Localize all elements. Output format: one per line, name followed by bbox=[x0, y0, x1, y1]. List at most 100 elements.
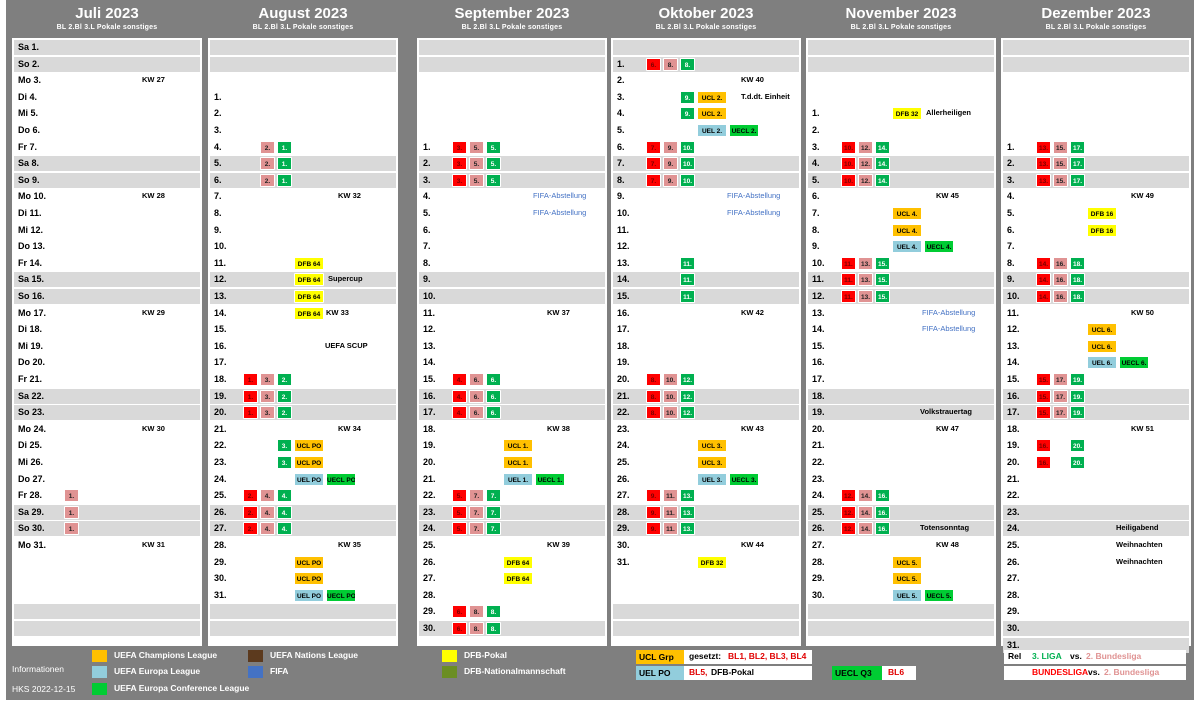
day-row: 25. 12. 14. 16. bbox=[808, 504, 994, 520]
day-row: 1. 3. 5. 5. bbox=[419, 140, 605, 155]
day-date: 25. bbox=[812, 506, 825, 517]
day-date: 19. bbox=[812, 407, 825, 418]
column-header: BL 2.Bl 3.L Pokale sonstiges bbox=[655, 24, 757, 31]
dfb-legend-label: DFB-Pokal bbox=[464, 650, 507, 660]
day-date: 27. bbox=[617, 490, 630, 501]
day-row: 25. UCL 3. bbox=[613, 455, 799, 470]
cup-match: UEL 3. bbox=[697, 472, 727, 486]
day-row bbox=[1003, 73, 1189, 88]
liga3-matchday: 10. bbox=[680, 140, 695, 154]
day-date: 7. bbox=[423, 241, 431, 252]
calendar-week: KW 50 bbox=[1131, 307, 1154, 317]
day-date: Di 11. bbox=[18, 208, 42, 218]
day-date: 30. bbox=[1007, 623, 1020, 633]
cup-match: UCL 1. bbox=[503, 456, 533, 469]
day-date: 16. bbox=[1007, 390, 1020, 401]
day-date: Di 18. bbox=[18, 324, 43, 335]
day-date: 30. bbox=[423, 623, 436, 633]
day-row: 5. FIFA-Abstellung bbox=[419, 206, 605, 221]
bundesliga-label: BUNDESLIGA bbox=[1032, 667, 1089, 677]
unl-legend-label: UEFA Nations League bbox=[270, 650, 359, 660]
day-date: 2. bbox=[214, 108, 222, 119]
day-row: 16. bbox=[808, 355, 994, 370]
liga3-matchday: 1. bbox=[277, 140, 292, 154]
day-row: 16. 15. 17. 19. bbox=[1003, 388, 1189, 404]
day-date: 23. bbox=[617, 423, 630, 434]
day-row: 21. bbox=[808, 438, 994, 453]
fifa-release-note: FIFA-Abstellung bbox=[533, 191, 587, 201]
cup-match: UCL 3. bbox=[697, 439, 727, 453]
calendar-frame: Juli 2023 BL 2.Bl 3.L Pokale sonstiges Sa … bbox=[6, 0, 1194, 700]
bundesliga-matchday: 9. bbox=[646, 489, 661, 503]
day-date: 29. bbox=[214, 556, 227, 567]
cup-match: UCL 2. bbox=[697, 107, 727, 121]
bundesliga2-matchday: 12. bbox=[858, 140, 873, 154]
day-row: 14. 11. bbox=[613, 272, 799, 288]
day-row: So 16. bbox=[14, 289, 200, 304]
column-header: BL 2.Bl 3.L Pokale sonstiges bbox=[461, 24, 563, 31]
day-date: 31. bbox=[617, 556, 630, 567]
day-row: 13. DFB 64 bbox=[210, 289, 396, 304]
uecl-q3-label: UECL Q3 bbox=[832, 666, 882, 680]
day-row: 29. UCL 5. bbox=[808, 571, 994, 586]
day-date: 28. bbox=[214, 540, 227, 550]
day-row: 21. 8. 10. 12. bbox=[613, 388, 799, 404]
day-row: 28. bbox=[419, 588, 605, 603]
day-row bbox=[14, 604, 200, 620]
day-row bbox=[808, 90, 994, 105]
cup-match: UCL 6. bbox=[1087, 339, 1117, 353]
day-row: So 23. bbox=[14, 405, 200, 421]
day-date: 13. bbox=[1007, 340, 1020, 351]
bundesliga2-matchday: 4. bbox=[260, 505, 275, 519]
day-date: 30. bbox=[812, 589, 825, 600]
bundesliga-matchday: 9. bbox=[646, 522, 661, 536]
day-row: 19. 16. 20. bbox=[1003, 438, 1189, 453]
liga3-matchday: 11. bbox=[680, 273, 695, 287]
day-date: 28. bbox=[812, 556, 825, 567]
day-row: Sa 22. bbox=[14, 388, 200, 404]
bundesliga-matchday: 4. bbox=[452, 389, 467, 403]
day-date: 20. bbox=[617, 374, 630, 384]
bundesliga2-matchday: 6. bbox=[469, 406, 484, 420]
day-row: 7. UCL 4. bbox=[808, 206, 994, 221]
day-row: 8. 14. 16. 18. bbox=[1003, 256, 1189, 271]
day-row: 6. bbox=[419, 223, 605, 238]
month-column: Oktober 2023 BL 2.Bl 3.L Pokale sonstiges… bbox=[611, 0, 801, 650]
cup-match: DFB 64 bbox=[503, 572, 533, 586]
day-row: 30. 6. 8. 8. bbox=[419, 621, 605, 636]
nat-legend-label: DFB-Nationalmannschaft bbox=[464, 666, 566, 676]
day-date: 3. bbox=[1007, 174, 1015, 185]
day-row: 28. 9. 11. 13. bbox=[613, 504, 799, 520]
day-row: 31. UEL PO UECL PO bbox=[210, 588, 396, 603]
day-date: 28. bbox=[423, 589, 436, 600]
day-date: 9. bbox=[214, 224, 222, 235]
bundesliga-matchday: 1. bbox=[243, 373, 258, 386]
day-row: 29. 9. 11. 13. bbox=[613, 521, 799, 537]
liga3-matchday: 14. bbox=[875, 157, 890, 171]
day-row: 17. bbox=[210, 355, 396, 370]
day-row: 16. UEFA SCUP bbox=[210, 339, 396, 354]
liga3-matchday: 15. bbox=[875, 290, 890, 303]
bundesliga-matchday: 11. bbox=[841, 273, 856, 287]
liga3-matchday: 7. bbox=[486, 522, 501, 536]
bundes2-label-2: 2. Bundesliga bbox=[1104, 667, 1160, 677]
bundesliga2-matchday: 13. bbox=[858, 273, 873, 287]
cup-match: UCL 6. bbox=[1087, 323, 1117, 337]
month-title: August 2023 bbox=[258, 5, 348, 22]
liga3-matchday: 6. bbox=[486, 373, 501, 386]
day-date: 14. bbox=[1007, 357, 1020, 368]
day-date: 18. bbox=[812, 390, 825, 401]
ucl-grp-label: UCL Grp bbox=[636, 650, 684, 664]
day-row: 5. 2. 1. bbox=[210, 156, 396, 172]
bundesliga2-matchday: 5. bbox=[469, 157, 484, 171]
day-row: Mi 19. bbox=[14, 339, 200, 354]
bundesliga2-matchday: 8. bbox=[663, 57, 678, 71]
bundesliga2-matchday: 16. bbox=[1053, 273, 1068, 287]
day-date: 13. bbox=[423, 340, 436, 351]
day-date: 18. bbox=[214, 374, 227, 384]
day-row: 27. 2. 4. 4. bbox=[210, 521, 396, 537]
cup-match: UCL 1. bbox=[503, 439, 533, 453]
day-date: 1. bbox=[423, 141, 431, 152]
day-row: 18. bbox=[808, 388, 994, 404]
bundesliga2-matchday: 2. bbox=[260, 173, 275, 187]
